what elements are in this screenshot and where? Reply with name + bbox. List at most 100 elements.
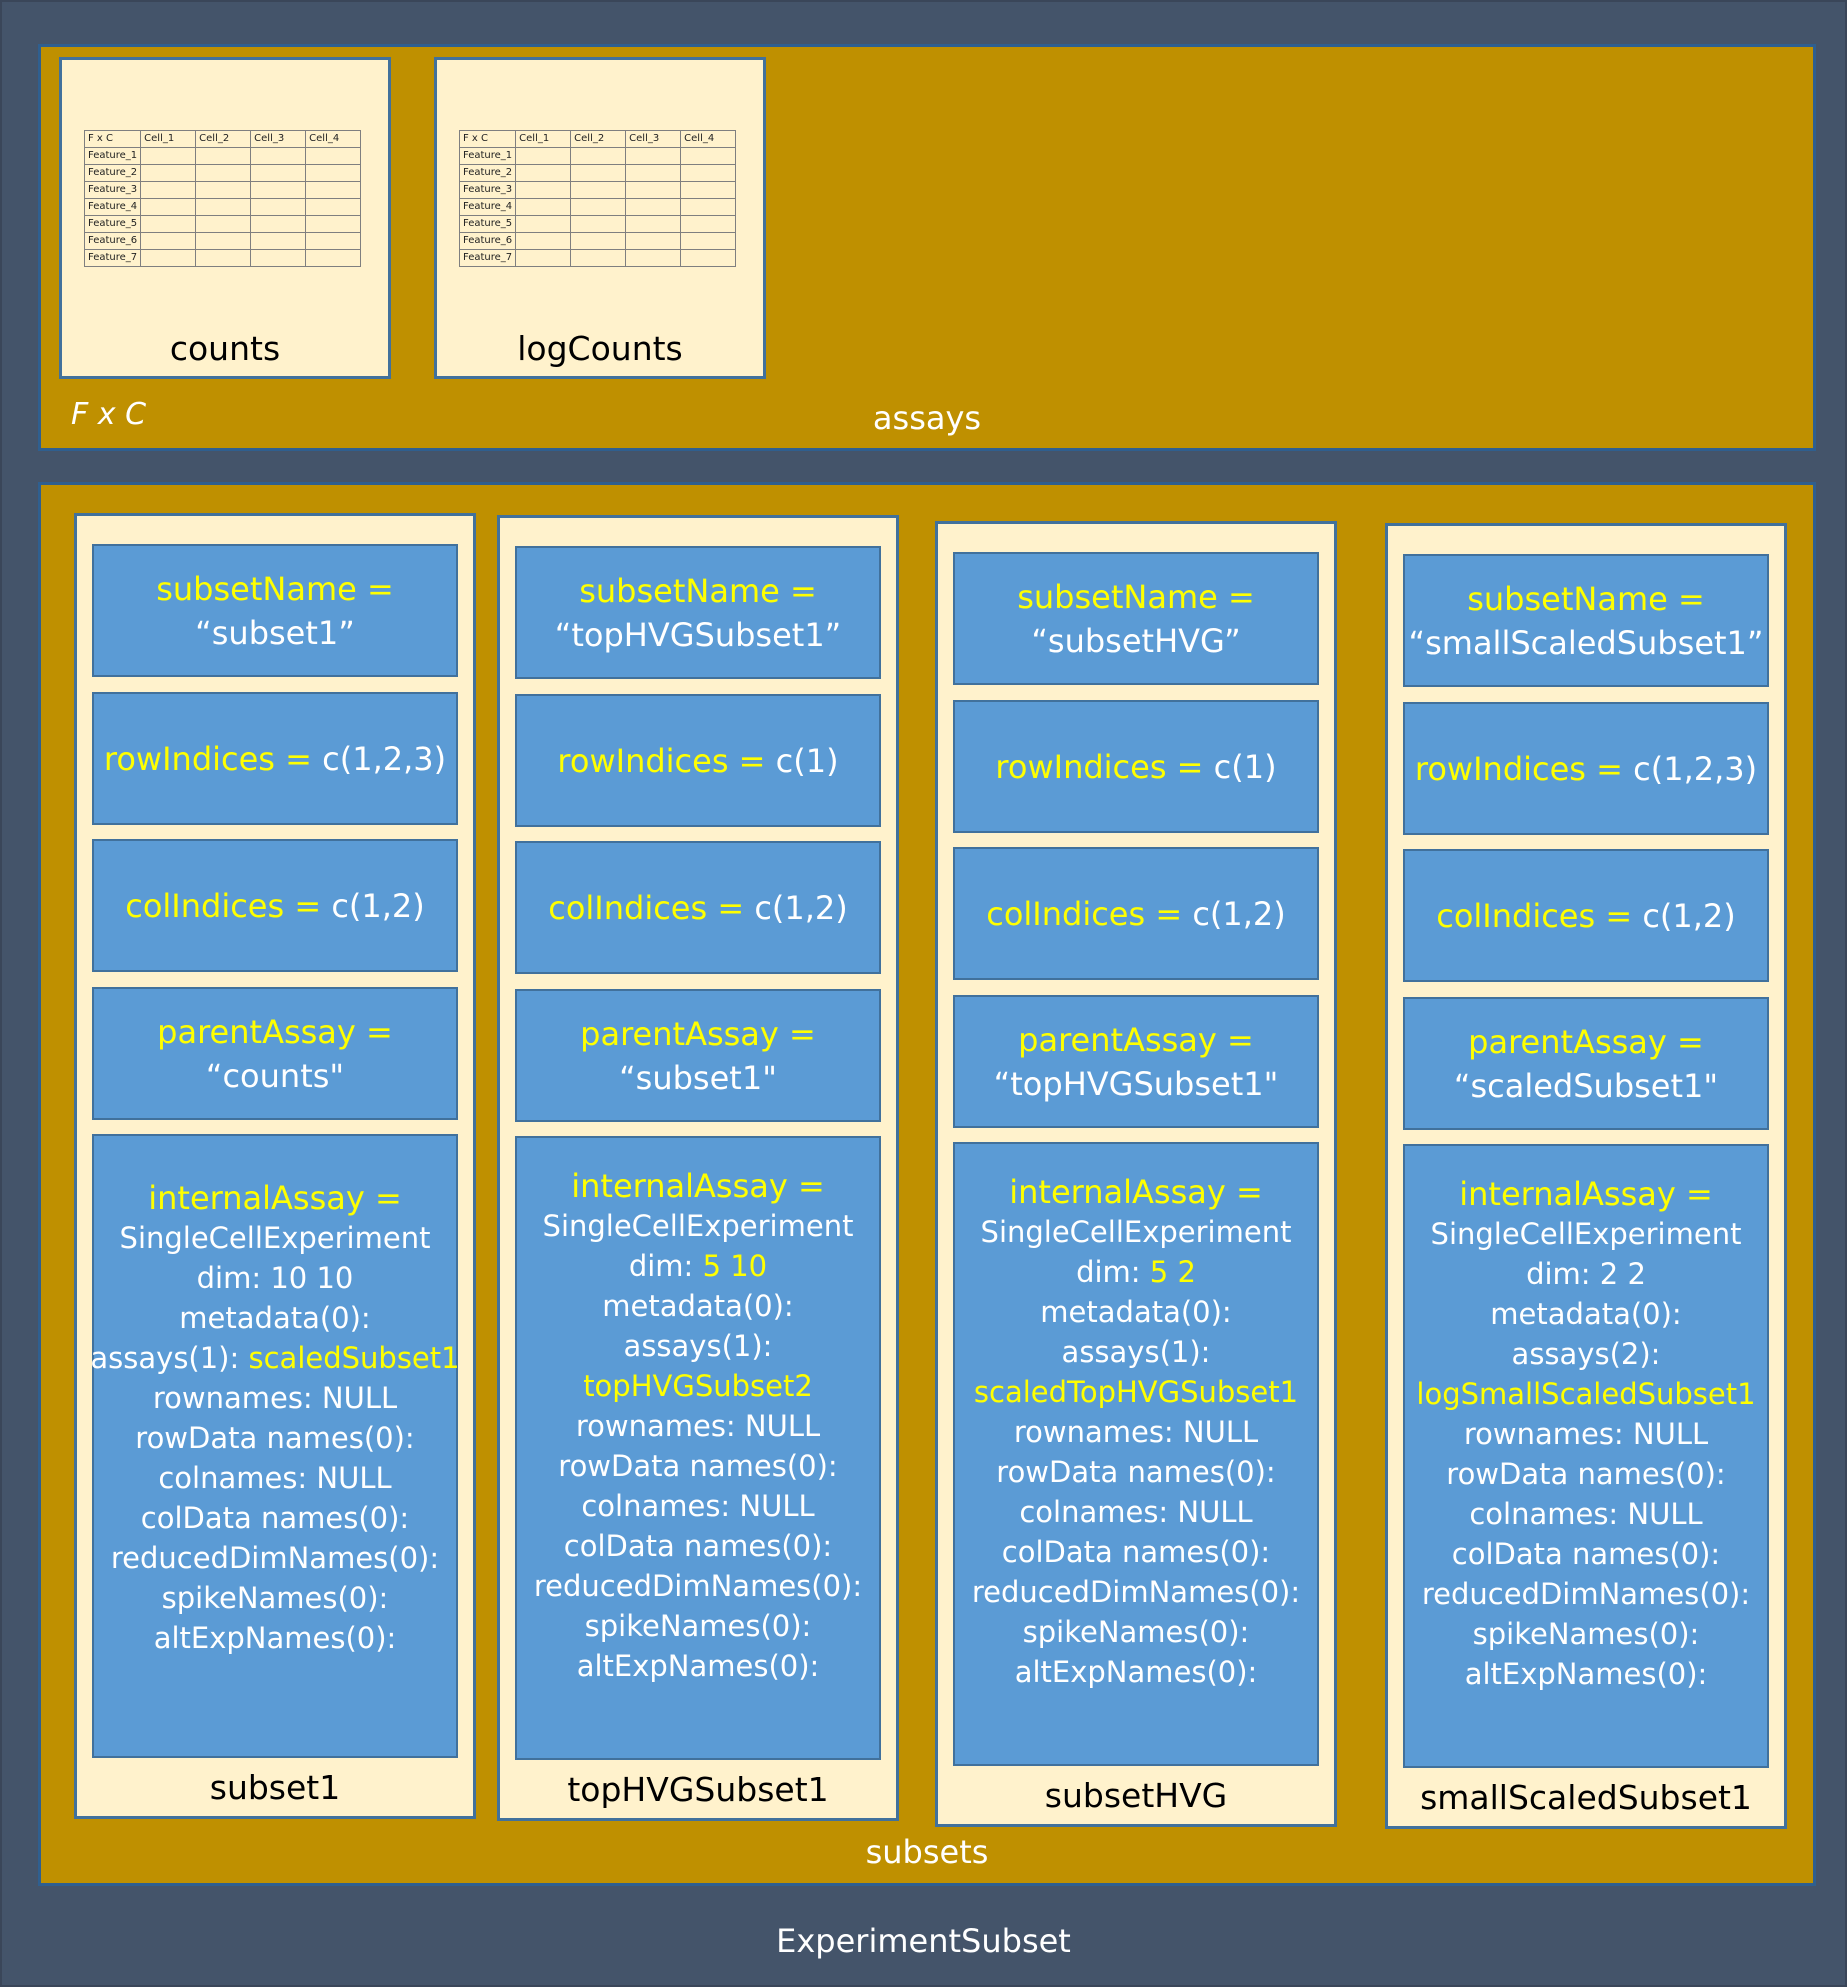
field-key: colIndices = — [1436, 896, 1633, 935]
subset-card: subsetName = “subsetHVG” rowIndices = c(… — [935, 521, 1337, 1827]
matrix-row-label: Feature_3 — [83, 181, 142, 199]
matrix-row: Feature_4 — [458, 198, 737, 216]
field-key: subsetName = — [579, 571, 817, 610]
sce-reduceddim: reducedDimNames(0): — [971, 1575, 1301, 1609]
matrix-header-cell: Cell_2 — [570, 130, 627, 148]
sce-spikenames: spikeNames(0): — [1022, 1615, 1250, 1649]
col-indices-field: colIndices = c(1,2) — [1403, 849, 1769, 982]
assay-card-counts: F x C Cell_1 Cell_2 Cell_3 Cell_4 Featur… — [59, 57, 391, 379]
field-key: internalAssay = — [571, 1167, 825, 1205]
subset-card: subsetName = “subset1” rowIndices = c(1,… — [74, 513, 476, 1819]
sce-metadata: metadata(0): — [1040, 1295, 1232, 1329]
matrix-row-label: Feature_6 — [458, 232, 517, 250]
field-key: subsetName = — [156, 569, 394, 608]
col-indices-field: colIndices = c(1,2) — [953, 847, 1319, 980]
matrix-row: Feature_6 — [83, 232, 362, 250]
subset-name-field: subsetName = “topHVGSubset1” — [515, 546, 881, 679]
field-value: “scaledSubset1" — [1453, 1066, 1719, 1105]
row-indices-field: rowIndices = c(1,2,3) — [92, 692, 458, 825]
field-value: “topHVGSubset1" — [993, 1064, 1279, 1103]
dim-value: 10 10 — [270, 1261, 354, 1295]
sce-reduceddim: reducedDimNames(0): — [110, 1541, 440, 1575]
matrix-header-cell: F x C — [83, 130, 142, 148]
field-key: rowIndices = — [557, 741, 766, 780]
internal-assay-field: internalAssay = SingleCellExperiment dim… — [515, 1136, 881, 1760]
matrix-row: Feature_7 — [83, 249, 362, 267]
sce-class: SingleCellExperiment — [1430, 1217, 1742, 1251]
assay-name-label: logCounts — [517, 329, 683, 368]
sce-altexp: altExpNames(0): — [153, 1621, 397, 1655]
field-value: “topHVGSubset1” — [554, 615, 842, 654]
parent-assay-field: parentAssay = “subset1" — [515, 989, 881, 1122]
sce-rowdata: rowData names(0): — [135, 1421, 415, 1455]
matrix-row-label: Feature_1 — [83, 147, 142, 165]
matrix-header-cell: Cell_3 — [625, 130, 682, 148]
assays-value: topHVGSubset2 — [583, 1369, 813, 1403]
sce-rowdata: rowData names(0): — [558, 1449, 838, 1483]
assays-value: scaledTopHVGSubset1 — [973, 1375, 1299, 1409]
assays-key: assays(1): — [90, 1341, 240, 1375]
sce-class: SingleCellExperiment — [980, 1215, 1292, 1249]
sce-coldata: colData names(0): — [1451, 1537, 1721, 1571]
row-indices-field: rowIndices = c(1) — [515, 694, 881, 827]
row-indices-field: rowIndices = c(1,2,3) — [1403, 702, 1769, 835]
sce-spikenames: spikeNames(0): — [584, 1609, 812, 1643]
field-key: rowIndices = — [1414, 749, 1623, 788]
subsets-section-label: subsets — [865, 1833, 989, 1871]
matrix-row: Feature_7 — [458, 249, 737, 267]
sce-class: SingleCellExperiment — [542, 1209, 854, 1243]
matrix-row-label: Feature_2 — [458, 164, 517, 182]
dim-key: dim: — [1076, 1255, 1141, 1289]
sce-colnames: colnames: NULL — [581, 1489, 815, 1523]
subset-label: smallScaledSubset1 — [1420, 1778, 1752, 1817]
sce-rownames: rownames: NULL — [575, 1409, 821, 1443]
field-key: colIndices = — [125, 886, 322, 925]
matrix-row-label: Feature_5 — [83, 215, 142, 233]
sce-reduceddim: reducedDimNames(0): — [533, 1569, 863, 1603]
field-value: c(1,2) — [1192, 894, 1286, 933]
sce-altexp: altExpNames(0): — [1464, 1657, 1708, 1691]
assay-matrix-table: F x C Cell_1 Cell_2 Cell_3 Cell_4 Featur… — [458, 130, 737, 267]
matrix-row: Feature_3 — [83, 181, 362, 199]
sce-rowdata: rowData names(0): — [1446, 1457, 1726, 1491]
parent-assay-field: parentAssay = “topHVGSubset1" — [953, 995, 1319, 1128]
field-key: parentAssay = — [580, 1014, 816, 1053]
matrix-row-label: Feature_6 — [83, 232, 142, 250]
sce-rownames: rownames: NULL — [152, 1381, 398, 1415]
subset-card: subsetName = “topHVGSubset1” rowIndices … — [497, 515, 899, 1821]
field-key: rowIndices = — [995, 747, 1204, 786]
matrix-row-label: Feature_1 — [458, 147, 517, 165]
field-value: c(1) — [775, 741, 839, 780]
matrix-row: Feature_4 — [83, 198, 362, 216]
field-value: “subset1” — [195, 613, 355, 652]
assay-card-logcounts: F x C Cell_1 Cell_2 Cell_3 Cell_4 Featur… — [434, 57, 766, 379]
matrix-row-label: Feature_2 — [83, 164, 142, 182]
experiment-subset-label: ExperimentSubset — [776, 1922, 1071, 1960]
sce-altexp: altExpNames(0): — [576, 1649, 820, 1683]
sce-rownames: rownames: NULL — [1463, 1417, 1709, 1451]
matrix-row: Feature_2 — [458, 164, 737, 182]
field-key: parentAssay = — [1018, 1020, 1254, 1059]
field-key: parentAssay = — [157, 1012, 393, 1051]
sce-metadata: metadata(0): — [1490, 1297, 1682, 1331]
dim-value: 5 10 — [702, 1249, 768, 1283]
subset-card: subsetName = “smallScaledSubset1” rowInd… — [1385, 523, 1787, 1829]
field-key: subsetName = — [1017, 577, 1255, 616]
sce-class: SingleCellExperiment — [119, 1221, 431, 1255]
field-value: c(1) — [1213, 747, 1277, 786]
internal-assay-field: internalAssay = SingleCellExperiment dim… — [1403, 1144, 1769, 1768]
field-value: c(1,2,3) — [1633, 749, 1758, 788]
parent-assay-field: parentAssay = “counts" — [92, 987, 458, 1120]
field-key: rowIndices = — [103, 739, 312, 778]
matrix-row-label: Feature_4 — [458, 198, 517, 216]
dim-value: 5 2 — [1149, 1255, 1196, 1289]
matrix-header-cell: Cell_4 — [680, 130, 737, 148]
subset-name-field: subsetName = “subset1” — [92, 544, 458, 677]
assays-value: scaledSubset1 — [248, 1341, 460, 1375]
field-key: colIndices = — [548, 888, 745, 927]
internal-assay-field: internalAssay = SingleCellExperiment dim… — [953, 1142, 1319, 1766]
assay-name-label: counts — [169, 329, 281, 368]
col-indices-field: colIndices = c(1,2) — [515, 841, 881, 974]
sce-metadata: metadata(0): — [602, 1289, 794, 1323]
subset-name-field: subsetName = “smallScaledSubset1” — [1403, 554, 1769, 687]
